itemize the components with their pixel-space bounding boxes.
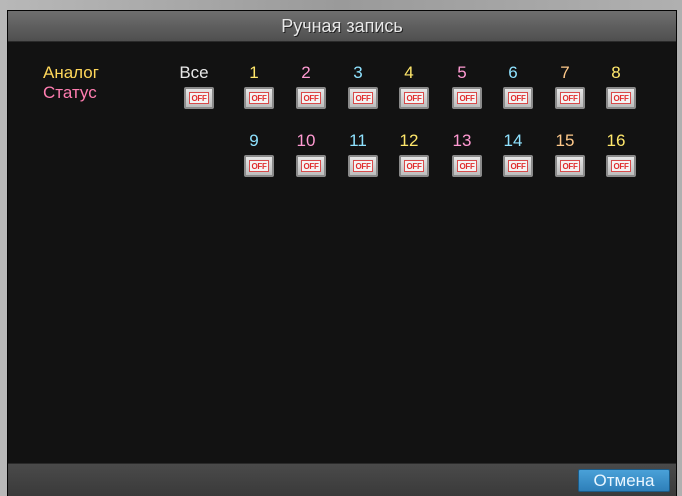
record-toggle-4[interactable]: OFF [399, 87, 429, 109]
record-toggle-2[interactable]: OFF [296, 87, 326, 109]
record-toggle-7[interactable]: OFF [555, 87, 585, 109]
channel-label-all: Все [179, 63, 209, 82]
off-indicator: OFF [560, 160, 580, 172]
record-toggle-13[interactable]: OFF [452, 155, 482, 177]
off-indicator: OFF [457, 92, 477, 104]
off-indicator: OFF [508, 92, 528, 104]
off-indicator: OFF [404, 160, 424, 172]
record-toggle-16[interactable]: OFF [606, 155, 636, 177]
off-indicator: OFF [508, 160, 528, 172]
record-toggle-11[interactable]: OFF [348, 155, 378, 177]
off-indicator: OFF [249, 92, 269, 104]
off-indicator: OFF [404, 92, 424, 104]
off-indicator: OFF [189, 92, 209, 104]
record-toggle-8[interactable]: OFF [606, 87, 636, 109]
analog-label: Аналог [43, 63, 99, 82]
off-indicator: OFF [560, 92, 580, 104]
channel-label-16: 16 [606, 131, 626, 150]
record-toggle-3[interactable]: OFF [348, 87, 378, 109]
status-label: Статус [43, 83, 97, 102]
off-indicator: OFF [611, 160, 631, 172]
channel-label-14: 14 [503, 131, 523, 150]
off-indicator: OFF [301, 92, 321, 104]
record-toggle-12[interactable]: OFF [399, 155, 429, 177]
title-bar: Ручная запись [8, 11, 676, 42]
record-toggle-14[interactable]: OFF [503, 155, 533, 177]
channel-label-8: 8 [611, 63, 621, 82]
cancel-button[interactable]: Отмена [578, 469, 670, 492]
channel-label-1: 1 [249, 63, 259, 82]
channel-label-13: 13 [452, 131, 472, 150]
channel-label-12: 12 [399, 131, 419, 150]
record-toggle-5[interactable]: OFF [452, 87, 482, 109]
record-toggle-all[interactable]: OFF [184, 87, 214, 109]
channel-label-2: 2 [301, 63, 311, 82]
off-indicator: OFF [353, 92, 373, 104]
bottom-bar: Отмена [8, 463, 676, 496]
off-indicator: OFF [301, 160, 321, 172]
channel-label-7: 7 [560, 63, 570, 82]
record-toggle-9[interactable]: OFF [244, 155, 274, 177]
off-indicator: OFF [457, 160, 477, 172]
off-indicator: OFF [353, 160, 373, 172]
dialog-title: Ручная запись [281, 16, 403, 36]
channel-label-4: 4 [404, 63, 414, 82]
off-indicator: OFF [249, 160, 269, 172]
record-toggle-10[interactable]: OFF [296, 155, 326, 177]
channel-label-5: 5 [457, 63, 467, 82]
channel-label-10: 10 [296, 131, 316, 150]
manual-record-dialog: Ручная запись Аналог Статус Все 1 2 3 4 … [7, 10, 677, 496]
channel-label-6: 6 [508, 63, 518, 82]
record-toggle-15[interactable]: OFF [555, 155, 585, 177]
off-indicator: OFF [611, 92, 631, 104]
record-toggle-6[interactable]: OFF [503, 87, 533, 109]
channel-label-11: 11 [349, 131, 367, 150]
channel-label-9: 9 [249, 131, 259, 150]
record-toggle-1[interactable]: OFF [244, 87, 274, 109]
channel-label-15: 15 [555, 131, 575, 150]
channel-label-3: 3 [353, 63, 363, 82]
